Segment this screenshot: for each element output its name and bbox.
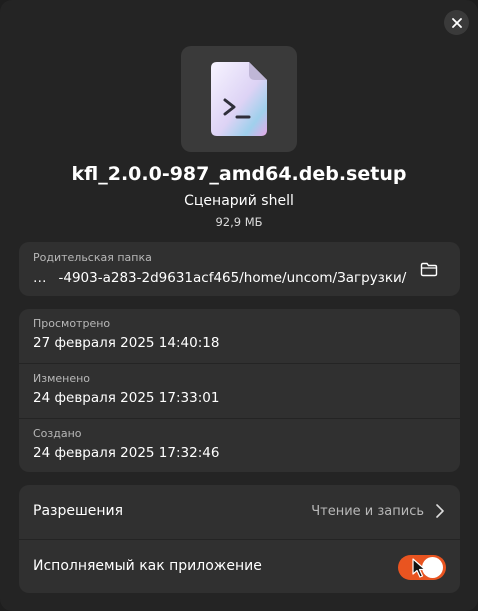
mouse-pointer-icon [412,558,426,578]
date-row-created: Создано 24 февраля 2025 17:32:46 [19,419,460,473]
parent-folder-label: Родительская папка [33,251,152,264]
modified-label: Изменено [33,372,91,385]
file-size: 92,9 МБ [215,215,263,229]
terminal-script-file-icon [211,62,267,136]
parent-folder-card: Родительская папка … -4903-a283-2d9631acf… [19,242,460,296]
folder-icon [420,262,438,276]
permissions-value: Чтение и запись [311,504,424,519]
created-label: Создано [33,427,82,440]
executable-label: Исполняемый как приложение [33,558,262,574]
properties-dialog: kfl_2.0.0-987_amd64.deb.setup Сценарий s… [0,0,478,611]
parent-folder-path[interactable]: … -4903-a283-2d9631acf465/home/uncom/Загр… [33,270,406,286]
created-value: 24 февраля 2025 17:32:46 [33,445,220,461]
file-type: Сценарий shell [184,193,294,209]
accessed-value: 27 февраля 2025 14:40:18 [33,335,220,351]
modified-value: 24 февраля 2025 17:33:01 [33,390,220,406]
close-button[interactable] [444,10,469,35]
permissions-label: Разрешения [33,503,124,519]
permissions-row[interactable]: Разрешения Чтение и запись [19,485,460,539]
parent-folder-path-text: -4903-a283-2d9631acf465/home/uncom/Загру… [58,270,407,286]
close-icon [451,17,462,28]
file-name: kfl_2.0.0-987_amd64.deb.setup [71,163,407,185]
file-icon-tile [181,46,297,152]
chevron-right-icon [436,504,444,518]
permissions-card: Разрешения Чтение и запись Исполняемый к… [19,485,460,593]
executable-row: Исполняемый как приложение [19,540,460,594]
date-row-modified: Изменено 24 февраля 2025 17:33:01 [19,364,460,418]
date-row-accessed: Просмотрено 27 февраля 2025 14:40:18 [19,309,460,363]
path-ellipsis: … [33,270,47,286]
accessed-label: Просмотрено [33,317,111,330]
dates-card: Просмотрено 27 февраля 2025 14:40:18 Изм… [19,309,460,472]
open-parent-folder-button[interactable] [417,258,441,280]
